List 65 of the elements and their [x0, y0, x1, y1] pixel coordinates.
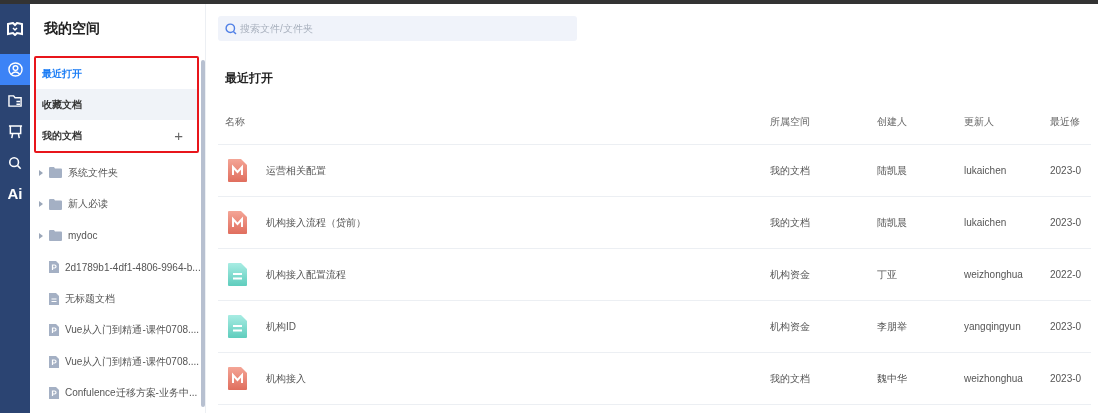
file-name[interactable]: 运营相关配置 — [266, 163, 326, 178]
creator-cell: 丁亚 — [877, 267, 897, 282]
p-document-icon — [49, 387, 59, 400]
tree-item[interactable]: 无标题文档 — [65, 291, 115, 306]
file-name[interactable]: 机构接入流程（贷前） — [266, 215, 366, 230]
add-button[interactable]: + — [174, 127, 183, 144]
section-title: 最近打开 — [224, 70, 274, 87]
file-name[interactable]: 机构ID — [266, 319, 296, 334]
file-name[interactable]: 机构接入配置流程 — [266, 267, 346, 282]
folder-icon — [49, 198, 62, 210]
updater-cell: yangqingyun — [964, 321, 1021, 332]
tree-item[interactable]: Vue从入门到精通-课件0708.... — [65, 323, 200, 338]
updater-cell: weizhonghua — [964, 373, 1023, 384]
folder-icon — [49, 230, 62, 242]
m-file-icon — [228, 367, 247, 390]
space-cell: 我的文档 — [770, 163, 810, 178]
p-document-icon — [49, 261, 59, 274]
space-cell: 我的文档 — [770, 371, 810, 386]
column-header: 更新人 — [964, 115, 994, 129]
updater-cell: lukaichen — [964, 217, 1007, 228]
search-icon — [225, 22, 237, 35]
tree-item[interactable]: 新人必读 — [68, 197, 108, 212]
nav-item[interactable]: 收藏文档 — [36, 89, 197, 120]
search-field[interactable]: 搜索文件/文件夹 — [218, 16, 577, 41]
date-cell: 2023-0 — [1050, 165, 1082, 176]
space-cell: 我的文档 — [770, 215, 810, 230]
presentation-icon[interactable] — [7, 124, 23, 139]
date-cell: 2022-0 — [1050, 269, 1082, 280]
tree-item[interactable]: Vue从入门到精通-课件0708.... — [65, 354, 200, 369]
file-name[interactable]: 机构接入 — [266, 371, 306, 386]
document-icon — [228, 315, 247, 338]
tree-item[interactable]: 2d1789b1-4df1-4806-9964-b... — [65, 261, 201, 273]
user-icon[interactable] — [7, 62, 23, 77]
tree-item[interactable]: Confulence迁移方案-业务中... — [65, 386, 198, 401]
ai-button[interactable]: Ai — [7, 185, 23, 202]
p-document-icon — [49, 355, 59, 368]
date-cell: 2023-0 — [1050, 321, 1082, 332]
column-header: 创建人 — [877, 115, 907, 129]
creator-cell: 魏中华 — [877, 371, 907, 386]
search-icon[interactable] — [8, 155, 22, 170]
p-document-icon — [49, 324, 59, 337]
nav-item[interactable]: 我的文档 + — [36, 120, 197, 151]
document-icon — [228, 263, 247, 286]
updater-cell: lukaichen — [964, 165, 1007, 176]
column-header: 所属空间 — [770, 115, 810, 129]
m-file-icon — [228, 159, 247, 182]
creator-cell: 陆凯晨 — [877, 163, 907, 178]
space-cell: 机构资金 — [770, 319, 810, 334]
folder-icon — [49, 167, 62, 179]
book-icon[interactable] — [7, 22, 23, 36]
creator-cell: 陆凯晨 — [877, 215, 907, 230]
space-cell: 机构资金 — [770, 267, 810, 282]
date-cell: 2023-0 — [1050, 373, 1082, 384]
date-cell: 2023-0 — [1050, 217, 1082, 228]
sidebar-title: 我的空间 — [43, 19, 101, 38]
updater-cell: weizhonghua — [964, 269, 1023, 280]
column-header: 最近修 — [1050, 115, 1080, 129]
creator-cell: 李朋举 — [877, 319, 907, 334]
column-header: 名称 — [225, 115, 245, 129]
tree-item[interactable]: mydoc — [68, 230, 98, 242]
document-icon — [49, 292, 59, 305]
m-file-icon — [228, 211, 247, 234]
nav-item[interactable]: 最近打开 — [36, 58, 197, 89]
folder-icon[interactable] — [7, 93, 23, 108]
tree-item[interactable]: 系统文件夹 — [68, 165, 118, 180]
